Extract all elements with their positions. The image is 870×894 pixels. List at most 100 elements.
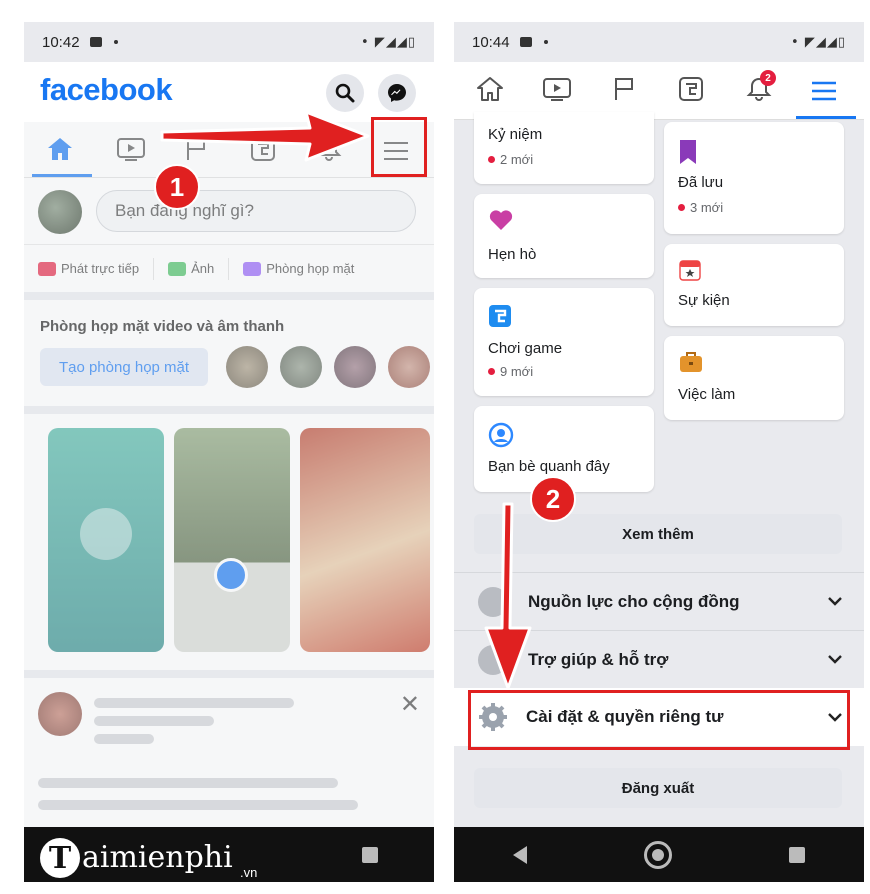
- logout-button[interactable]: Đăng xuất: [474, 768, 842, 808]
- watermark-text: aimienphi: [82, 840, 233, 875]
- chevron-down-icon: [828, 655, 842, 664]
- shortcut-jobs[interactable]: Việc làm: [664, 336, 844, 420]
- friend-avatar[interactable]: [388, 346, 430, 388]
- friend-avatar[interactable]: [280, 346, 322, 388]
- tab-menu[interactable]: [810, 80, 838, 107]
- tab-video[interactable]: [542, 76, 572, 107]
- avatar[interactable]: [38, 692, 82, 736]
- avatar[interactable]: [38, 190, 82, 234]
- active-tab-indicator: [796, 116, 856, 119]
- shortcut-memories[interactable]: Kỷ niệm 2 mới: [474, 112, 654, 184]
- section-label: Trợ giúp & hỗ trợ: [528, 649, 669, 669]
- gaming-icon: [679, 77, 703, 101]
- search-icon: [335, 83, 355, 103]
- heart-icon: [489, 210, 513, 230]
- story-card[interactable]: [300, 428, 430, 652]
- tab-gaming[interactable]: [678, 76, 704, 107]
- arrow-to-settings: [484, 502, 532, 690]
- shortcut-dating[interactable]: Hẹn hò: [474, 194, 654, 278]
- home-nav-icon[interactable]: [643, 840, 672, 869]
- recent-apps-icon[interactable]: [789, 846, 806, 863]
- live-button[interactable]: Phát trực tiếp: [38, 261, 139, 276]
- notification-badge: 2: [760, 70, 776, 86]
- post-text-blurred: [38, 800, 358, 810]
- messenger-button[interactable]: [378, 74, 416, 112]
- notification-icon: [519, 37, 532, 47]
- music-icon: [80, 508, 132, 560]
- shortcut-label: Hẹn hò: [488, 246, 537, 263]
- status-time: 10:44: [472, 33, 510, 51]
- shortcut-saved[interactable]: Đã lưu 3 mới: [664, 122, 844, 234]
- status-input[interactable]: Bạn đang nghĩ gì?: [96, 190, 416, 232]
- close-icon[interactable]: ✕: [400, 690, 420, 719]
- search-button[interactable]: [326, 74, 364, 112]
- facebook-logo[interactable]: facebook: [40, 72, 173, 108]
- new-count: 9 mới: [500, 364, 534, 379]
- messenger-icon: [388, 84, 406, 102]
- menu-highlight-box: [371, 117, 427, 177]
- shortcut-label: Sự kiện: [678, 292, 730, 309]
- chevron-down-icon: [828, 597, 842, 606]
- stories-tray: [24, 414, 434, 670]
- briefcase-icon: [680, 352, 702, 372]
- add-story-icon: [214, 558, 248, 592]
- new-dot-icon: [488, 368, 495, 375]
- story-card[interactable]: [174, 428, 290, 652]
- right-phone-screen: 10:44 • ◤◢◢▯ 2 Kỷ niệm 2 mới Hẹn hò Chơi…: [454, 22, 864, 882]
- divider: [228, 257, 230, 280]
- calendar-icon: [679, 260, 701, 281]
- tab-video[interactable]: [116, 136, 146, 167]
- signal-battery-icon: • ◤◢◢▯: [361, 34, 416, 50]
- shortcut-label: Kỷ niệm: [488, 126, 543, 143]
- feed-post: ✕: [24, 678, 434, 828]
- shortcut-events[interactable]: Sự kiện: [664, 244, 844, 326]
- status-bar: 10:44 • ◤◢◢▯: [454, 22, 864, 62]
- status-bar: 10:42 • ◤◢◢▯: [24, 22, 434, 62]
- notification-icon: [89, 37, 102, 47]
- post-author-blurred: [94, 716, 214, 726]
- friend-avatar[interactable]: [334, 346, 376, 388]
- new-dot-icon: [678, 204, 685, 211]
- photo-label: Ảnh: [191, 261, 215, 276]
- tab-pages[interactable]: [612, 76, 638, 107]
- post-text-blurred: [38, 778, 338, 788]
- rooms-section: Phòng họp mặt video và âm thanh Tạo phòn…: [24, 300, 434, 406]
- watermark-logo-icon: T: [40, 838, 80, 878]
- signal-battery-icon: • ◤◢◢▯: [791, 34, 846, 50]
- bookmark-icon: [680, 140, 696, 164]
- create-room-button[interactable]: Tạo phòng họp mặt: [40, 348, 208, 386]
- post-time-blurred: [94, 734, 154, 744]
- shortcut-badge: 2 mới: [488, 152, 533, 167]
- tab-home[interactable]: [476, 76, 504, 107]
- friend-avatar[interactable]: [226, 346, 268, 388]
- room-button[interactable]: Phòng họp mặt: [243, 261, 354, 276]
- video-icon: [543, 78, 571, 101]
- settings-highlight-box: [468, 690, 850, 750]
- home-icon: [48, 138, 72, 160]
- step-1-marker: 1: [154, 164, 200, 210]
- menu-icon: [812, 81, 836, 101]
- flag-icon: [615, 78, 633, 100]
- shortcut-label: Bạn bè quanh đây: [488, 458, 610, 475]
- photo-icon: [168, 261, 187, 276]
- room-label: Phòng họp mặt: [266, 261, 355, 276]
- shortcut-badge: 3 mới: [678, 200, 723, 215]
- back-icon[interactable]: [512, 845, 527, 864]
- tab-home[interactable]: [46, 136, 74, 167]
- shortcut-label: Chơi game: [488, 340, 563, 357]
- android-nav-bar: [454, 827, 864, 882]
- shortcut-badge: 9 mới: [488, 364, 533, 379]
- live-video-icon: [38, 261, 56, 276]
- post-author-blurred: [94, 698, 294, 708]
- photo-button[interactable]: Ảnh: [168, 261, 214, 276]
- nearby-friends-icon: [488, 422, 514, 448]
- room-video-icon: [243, 261, 262, 276]
- section-label: Nguồn lực cho cộng đồng: [528, 591, 740, 611]
- taimienphi-watermark: T aimienphi .vn: [40, 838, 257, 880]
- recent-apps-icon[interactable]: [362, 846, 379, 863]
- live-label: Phát trực tiếp: [61, 261, 140, 276]
- shortcut-gaming[interactable]: Chơi game 9 mới: [474, 288, 654, 396]
- tab-notifications[interactable]: 2: [746, 70, 776, 107]
- shortcut-label: Đã lưu: [678, 174, 724, 191]
- story-card[interactable]: [48, 428, 164, 652]
